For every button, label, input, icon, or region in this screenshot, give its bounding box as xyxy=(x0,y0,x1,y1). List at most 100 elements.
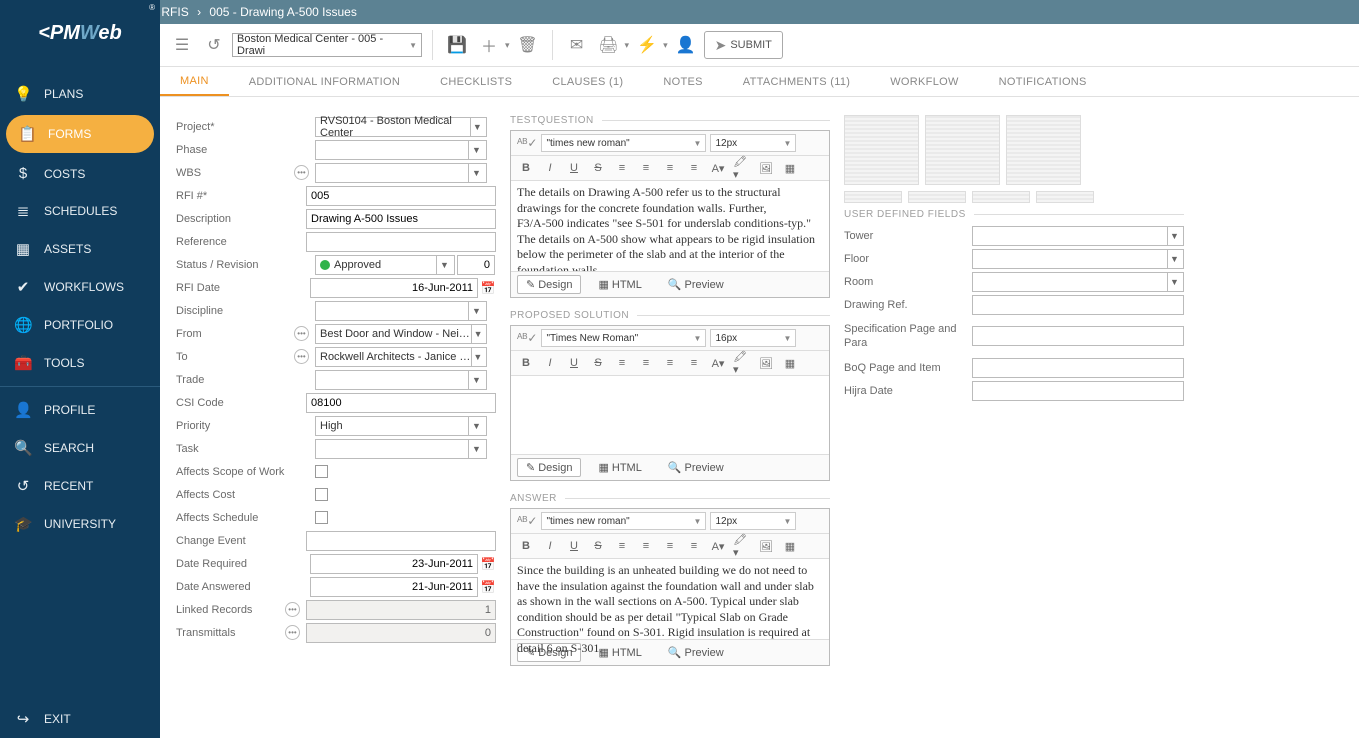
schedule-checkbox[interactable] xyxy=(315,511,328,524)
align-right-icon[interactable]: ≡ xyxy=(661,537,679,555)
html-tab[interactable]: ▦ HTML xyxy=(589,458,650,477)
italic-icon[interactable]: I xyxy=(541,537,559,555)
action-icon[interactable]: ⚡ xyxy=(633,31,661,59)
priority-select[interactable]: High▼ xyxy=(315,416,487,436)
nav-costs[interactable]: $COSTS xyxy=(0,155,160,192)
align-left-icon[interactable]: ≡ xyxy=(613,159,631,177)
strike-icon[interactable]: S xyxy=(589,354,607,372)
to-picker-icon[interactable]: ••• xyxy=(294,349,309,364)
cost-checkbox[interactable] xyxy=(315,488,328,501)
align-justify-icon[interactable]: ≡ xyxy=(685,354,703,372)
record-selector[interactable]: Boston Medical Center - 005 - Drawi▼ xyxy=(232,33,422,57)
print-icon[interactable]: 🖨 xyxy=(595,31,623,59)
solution-size-select[interactable]: 16px▼ xyxy=(710,329,796,347)
app-logo[interactable]: <PMWeb ® xyxy=(0,0,160,67)
udf-floor-select[interactable]: ▼ xyxy=(972,249,1184,269)
underline-icon[interactable]: U xyxy=(565,354,583,372)
solution-font-select[interactable]: "Times New Roman"▼ xyxy=(541,329,706,347)
nav-portfolio[interactable]: 🌐PORTFOLIO xyxy=(0,306,160,344)
underline-icon[interactable]: U xyxy=(565,537,583,555)
calendar-icon[interactable]: 📅 xyxy=(480,577,496,597)
tab-main[interactable]: MAIN xyxy=(160,67,229,96)
table-icon[interactable]: ▦ xyxy=(781,537,799,555)
udf-drawing-ref-input[interactable] xyxy=(972,295,1184,315)
align-center-icon[interactable]: ≡ xyxy=(637,159,655,177)
nav-recent[interactable]: ↺RECENT xyxy=(0,467,160,505)
font-color-icon[interactable]: A▾ xyxy=(709,159,727,177)
font-color-icon[interactable]: A▾ xyxy=(709,354,727,372)
tab-notifications[interactable]: NOTIFICATIONS xyxy=(979,67,1107,96)
changeevent-input[interactable] xyxy=(306,531,496,551)
tab-attachments[interactable]: ATTACHMENTS (11) xyxy=(723,67,870,96)
preview-tab[interactable]: 🔍 Preview xyxy=(659,643,733,662)
wbs-select[interactable]: ▼ xyxy=(315,163,487,183)
status-select[interactable]: Approved▼ xyxy=(315,255,455,275)
spellcheck-icon[interactable]: ᴬᴮ✓ xyxy=(517,331,537,345)
nav-profile[interactable]: 👤PROFILE xyxy=(0,391,160,429)
align-center-icon[interactable]: ≡ xyxy=(637,537,655,555)
revision-input[interactable] xyxy=(457,255,495,275)
tab-additional-info[interactable]: ADDITIONAL INFORMATION xyxy=(229,67,420,96)
history-icon[interactable]: ↺ xyxy=(200,31,228,59)
nav-forms[interactable]: 📋FORMS xyxy=(6,115,154,153)
question-font-select[interactable]: "times new roman"▼ xyxy=(541,134,706,152)
nav-assets[interactable]: ▦ASSETS xyxy=(0,230,160,268)
nav-workflows[interactable]: ✔WORKFLOWS xyxy=(0,268,160,306)
answer-textarea[interactable]: Since the building is an unheated buildi… xyxy=(511,559,829,639)
align-justify-icon[interactable]: ≡ xyxy=(685,537,703,555)
spellcheck-icon[interactable]: ᴬᴮ✓ xyxy=(517,136,537,150)
font-color-icon[interactable]: A▾ xyxy=(709,537,727,555)
table-icon[interactable]: ▦ xyxy=(781,354,799,372)
thumbnail[interactable] xyxy=(1006,115,1081,185)
udf-spec-input[interactable] xyxy=(972,326,1184,346)
nav-schedules[interactable]: ≣SCHEDULES xyxy=(0,192,160,230)
person-icon[interactable]: 👤 xyxy=(672,31,700,59)
answer-size-select[interactable]: 12px▼ xyxy=(710,512,796,530)
design-tab[interactable]: ✎ Design xyxy=(517,275,581,294)
wbs-picker-icon[interactable]: ••• xyxy=(294,165,309,180)
save-icon[interactable]: 💾 xyxy=(443,31,471,59)
add-icon[interactable]: ＋ xyxy=(475,31,503,59)
thumbnail[interactable] xyxy=(908,191,966,203)
nav-exit[interactable]: ↪EXIT xyxy=(0,700,160,738)
align-right-icon[interactable]: ≡ xyxy=(661,354,679,372)
image-icon[interactable]: 🖼 xyxy=(757,354,775,372)
image-icon[interactable]: 🖼 xyxy=(757,159,775,177)
phase-select[interactable]: ▼ xyxy=(315,140,487,160)
bold-icon[interactable]: B xyxy=(517,537,535,555)
date-answered-input[interactable] xyxy=(310,577,478,597)
thumbnail[interactable] xyxy=(844,191,902,203)
spellcheck-icon[interactable]: ᴬᴮ✓ xyxy=(517,514,537,528)
preview-tab[interactable]: 🔍 Preview xyxy=(659,275,733,294)
table-icon[interactable]: ▦ xyxy=(781,159,799,177)
udf-tower-select[interactable]: ▼ xyxy=(972,226,1184,246)
task-select[interactable]: ▼ xyxy=(315,439,487,459)
delete-icon[interactable]: 🗑 xyxy=(514,31,542,59)
from-picker-icon[interactable]: ••• xyxy=(294,326,309,341)
thumbnail[interactable] xyxy=(925,115,1000,185)
question-textarea[interactable]: The details on Drawing A-500 refer us to… xyxy=(511,181,829,271)
design-tab[interactable]: ✎ Design xyxy=(517,458,581,477)
nav-search[interactable]: 🔍SEARCH xyxy=(0,429,160,467)
submit-button[interactable]: ➤ SUBMIT xyxy=(704,31,783,59)
italic-icon[interactable]: I xyxy=(541,159,559,177)
email-icon[interactable]: ✉ xyxy=(563,31,591,59)
html-tab[interactable]: ▦ HTML xyxy=(589,275,650,294)
thumbnail[interactable] xyxy=(1036,191,1094,203)
to-select[interactable]: Rockwell Architects - Janice Rockwell▼ xyxy=(315,347,487,367)
highlight-icon[interactable]: 🖍▾ xyxy=(733,354,751,372)
thumbnail[interactable] xyxy=(844,115,919,185)
question-size-select[interactable]: 12px▼ xyxy=(710,134,796,152)
scope-checkbox[interactable] xyxy=(315,465,328,478)
linked-picker-icon[interactable]: ••• xyxy=(285,602,300,617)
rfi-no-input[interactable] xyxy=(306,186,496,206)
align-center-icon[interactable]: ≡ xyxy=(637,354,655,372)
project-select[interactable]: RVS0104 - Boston Medical Center▼ xyxy=(315,117,487,137)
nav-plans[interactable]: 💡PLANS xyxy=(0,75,160,113)
align-left-icon[interactable]: ≡ xyxy=(613,354,631,372)
udf-hijra-input[interactable] xyxy=(972,381,1184,401)
strike-icon[interactable]: S xyxy=(589,537,607,555)
image-icon[interactable]: 🖼 xyxy=(757,537,775,555)
csi-input[interactable] xyxy=(306,393,496,413)
udf-boq-input[interactable] xyxy=(972,358,1184,378)
